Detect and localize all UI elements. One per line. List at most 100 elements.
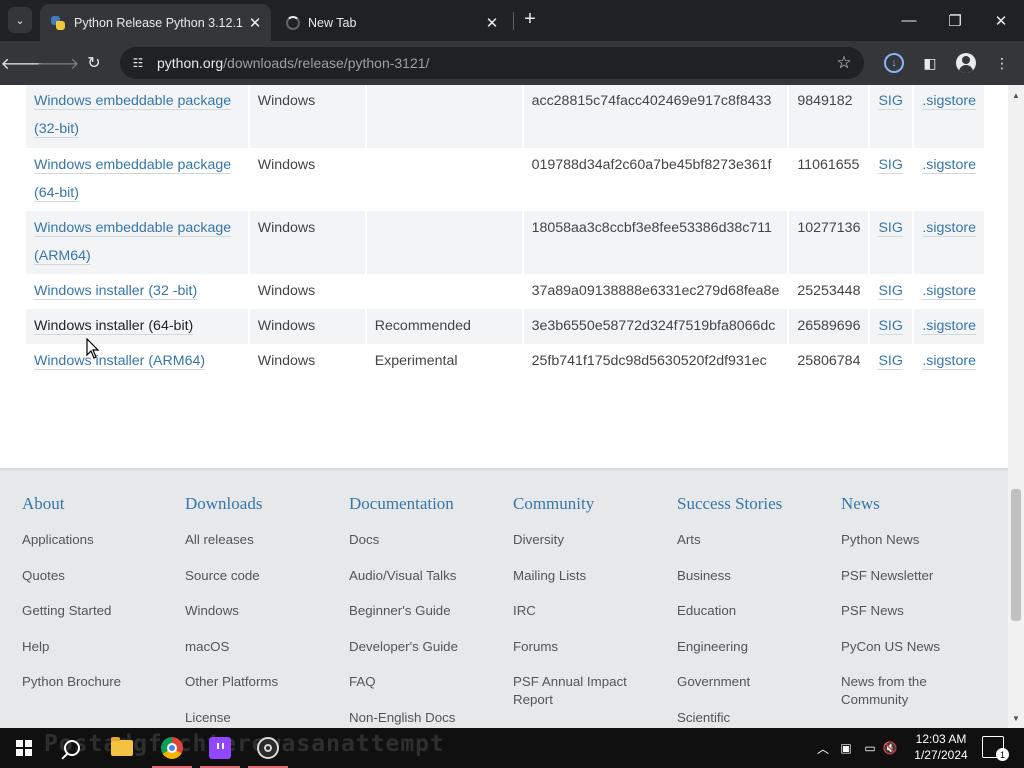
tab-close-icon[interactable]: ✕ [247, 15, 263, 32]
tab-python-release[interactable]: Python Release Python 3.12.1 | P ✕ [40, 4, 271, 41]
footer-link[interactable]: Education [677, 602, 817, 620]
footer-column-heading[interactable]: News [841, 494, 981, 514]
footer-column-heading[interactable]: Documentation [349, 494, 489, 514]
footer-link[interactable]: Other Platforms [185, 673, 325, 691]
reload-icon[interactable]: ↻ [82, 51, 106, 75]
footer-link[interactable]: PyCon US News [841, 638, 981, 656]
footer-link[interactable]: Help [22, 638, 162, 656]
taskbar-chrome[interactable] [148, 728, 196, 768]
footer-column-heading[interactable]: Success Stories [677, 494, 817, 514]
tray-overflow-chevron-icon[interactable]: ︿ [814, 728, 832, 768]
tab-search-chevron-icon[interactable]: ⌄ [8, 7, 32, 33]
sig-cell: SIG [868, 85, 914, 148]
footer-link[interactable]: Engineering [677, 638, 817, 656]
file-download-link[interactable]: Windows installer (32 -bit) [34, 283, 198, 300]
footer-link[interactable]: Scientific [677, 709, 817, 727]
scroll-up-arrow-icon[interactable]: ▲ [1008, 87, 1024, 103]
downloads-button[interactable]: ↓ [884, 53, 904, 73]
address-bar[interactable]: ☷ python.org/downloads/release/python-31… [120, 47, 864, 79]
volume-muted-icon[interactable]: 🔇 [882, 728, 898, 768]
footer-link[interactable]: All releases [185, 531, 325, 549]
footer-link[interactable]: PSF Newsletter [841, 567, 981, 585]
sigstore-link[interactable]: .sigstore [922, 220, 976, 237]
sigstore-link[interactable]: .sigstore [922, 283, 976, 300]
sigstore-link[interactable]: .sigstore [922, 93, 976, 110]
forward-arrow-icon[interactable]: 🡒 [37, 51, 80, 75]
sig-link[interactable]: SIG [878, 318, 903, 335]
footer-link[interactable]: Arts [677, 531, 817, 549]
footer-link[interactable]: Diversity [513, 531, 663, 549]
file-download-link[interactable]: Windows installer (64-bit) [34, 318, 194, 335]
sigstore-link[interactable]: .sigstore [922, 157, 976, 174]
file-name-cell: Windows installer (ARM64) [24, 344, 249, 379]
network-icon[interactable]: ▭ [860, 728, 880, 768]
footer-link[interactable]: Source code [185, 567, 325, 585]
sig-cell: SIG [868, 274, 914, 309]
url-text[interactable]: python.org/downloads/release/python-3121… [157, 55, 429, 71]
footer-column-heading[interactable]: Community [513, 494, 663, 514]
sig-link[interactable]: SIG [878, 283, 903, 300]
footer-link[interactable]: FAQ [349, 673, 489, 691]
site-info-icon[interactable]: ☷ [129, 54, 147, 72]
footer-link[interactable]: Developer's Guide [349, 638, 489, 656]
tray-app-icon[interactable]: ▣ [836, 728, 856, 768]
tab-new-tab[interactable]: New Tab ✕ [276, 4, 508, 41]
file-download-link[interactable]: Windows embeddable package [34, 157, 232, 174]
sigstore-link[interactable]: .sigstore [922, 353, 976, 370]
page-scrollbar[interactable]: ▲ ▼ [1008, 85, 1024, 728]
footer-link[interactable]: PSF Annual Impact Report [513, 673, 663, 709]
bookmark-star-icon[interactable]: ☆ [834, 53, 854, 73]
footer-link[interactable]: Government [677, 673, 817, 691]
size-cell: 25253448 [787, 274, 870, 309]
system-clock[interactable]: 12:03 AM 1/27/2024 [898, 731, 984, 763]
taskbar-file-explorer[interactable] [98, 728, 146, 768]
footer-link[interactable]: Applications [22, 531, 162, 549]
footer-link[interactable]: Python Brochure [22, 673, 162, 691]
footer-column-heading[interactable]: Downloads [185, 494, 325, 514]
footer-link[interactable]: IRC [513, 602, 663, 620]
footer-column-heading[interactable]: About [22, 494, 162, 514]
tab-close-icon[interactable]: ✕ [484, 15, 500, 32]
back-arrow-icon[interactable]: 🡐 [1, 51, 44, 75]
close-window-button[interactable]: ✕ [978, 0, 1024, 41]
file-download-link-suffix[interactable]: (64-bit) [34, 185, 79, 202]
footer-link[interactable]: Business [677, 567, 817, 585]
sig-link[interactable]: SIG [878, 157, 903, 174]
sig-link[interactable]: SIG [878, 353, 903, 370]
file-download-link-suffix[interactable]: (32-bit) [34, 121, 79, 138]
footer-link[interactable]: Python News [841, 531, 981, 549]
file-download-link[interactable]: Windows embeddable package [34, 93, 232, 110]
sigstore-link[interactable]: .sigstore [922, 318, 976, 335]
footer-link[interactable]: Docs [349, 531, 489, 549]
taskbar-twitch[interactable] [196, 728, 244, 768]
taskbar-search-button[interactable] [48, 728, 96, 768]
footer-link[interactable]: Windows [185, 602, 325, 620]
footer-link[interactable]: Forums [513, 638, 663, 656]
maximize-button[interactable]: ❐ [932, 0, 978, 41]
side-panel-icon[interactable]: ◧ [920, 53, 940, 73]
profile-button[interactable] [956, 53, 976, 73]
footer-link[interactable]: Mailing Lists [513, 567, 663, 585]
file-download-link-suffix[interactable]: (ARM64) [34, 248, 91, 265]
sig-link[interactable]: SIG [878, 220, 903, 237]
footer-link[interactable]: Non-English Docs [349, 709, 489, 727]
file-download-link[interactable]: Windows embeddable package [34, 220, 232, 237]
footer-link[interactable]: Audio/Visual Talks [349, 567, 489, 585]
footer-link[interactable]: Quotes [22, 567, 162, 585]
file-download-link[interactable]: Windows installer (ARM64) [34, 353, 206, 370]
footer-link[interactable]: Beginner's Guide [349, 602, 489, 620]
footer-link[interactable]: License [185, 709, 325, 727]
minimize-button[interactable]: — [886, 0, 932, 41]
clock-time: 12:03 AM [915, 732, 967, 746]
footer-link[interactable]: News from the Community [841, 673, 981, 709]
footer-link[interactable]: PSF News [841, 602, 981, 620]
footer-link[interactable]: macOS [185, 638, 325, 656]
menu-kebab-icon[interactable]: ⋮ [992, 53, 1012, 73]
sig-link[interactable]: SIG [878, 93, 903, 110]
start-button[interactable] [0, 728, 48, 768]
footer-link[interactable]: Getting Started [22, 602, 162, 620]
taskbar-obs[interactable] [244, 728, 292, 768]
scrollbar-thumb[interactable] [1011, 489, 1021, 621]
scroll-down-arrow-icon[interactable]: ▼ [1008, 710, 1024, 726]
new-tab-button[interactable]: + [520, 9, 540, 31]
